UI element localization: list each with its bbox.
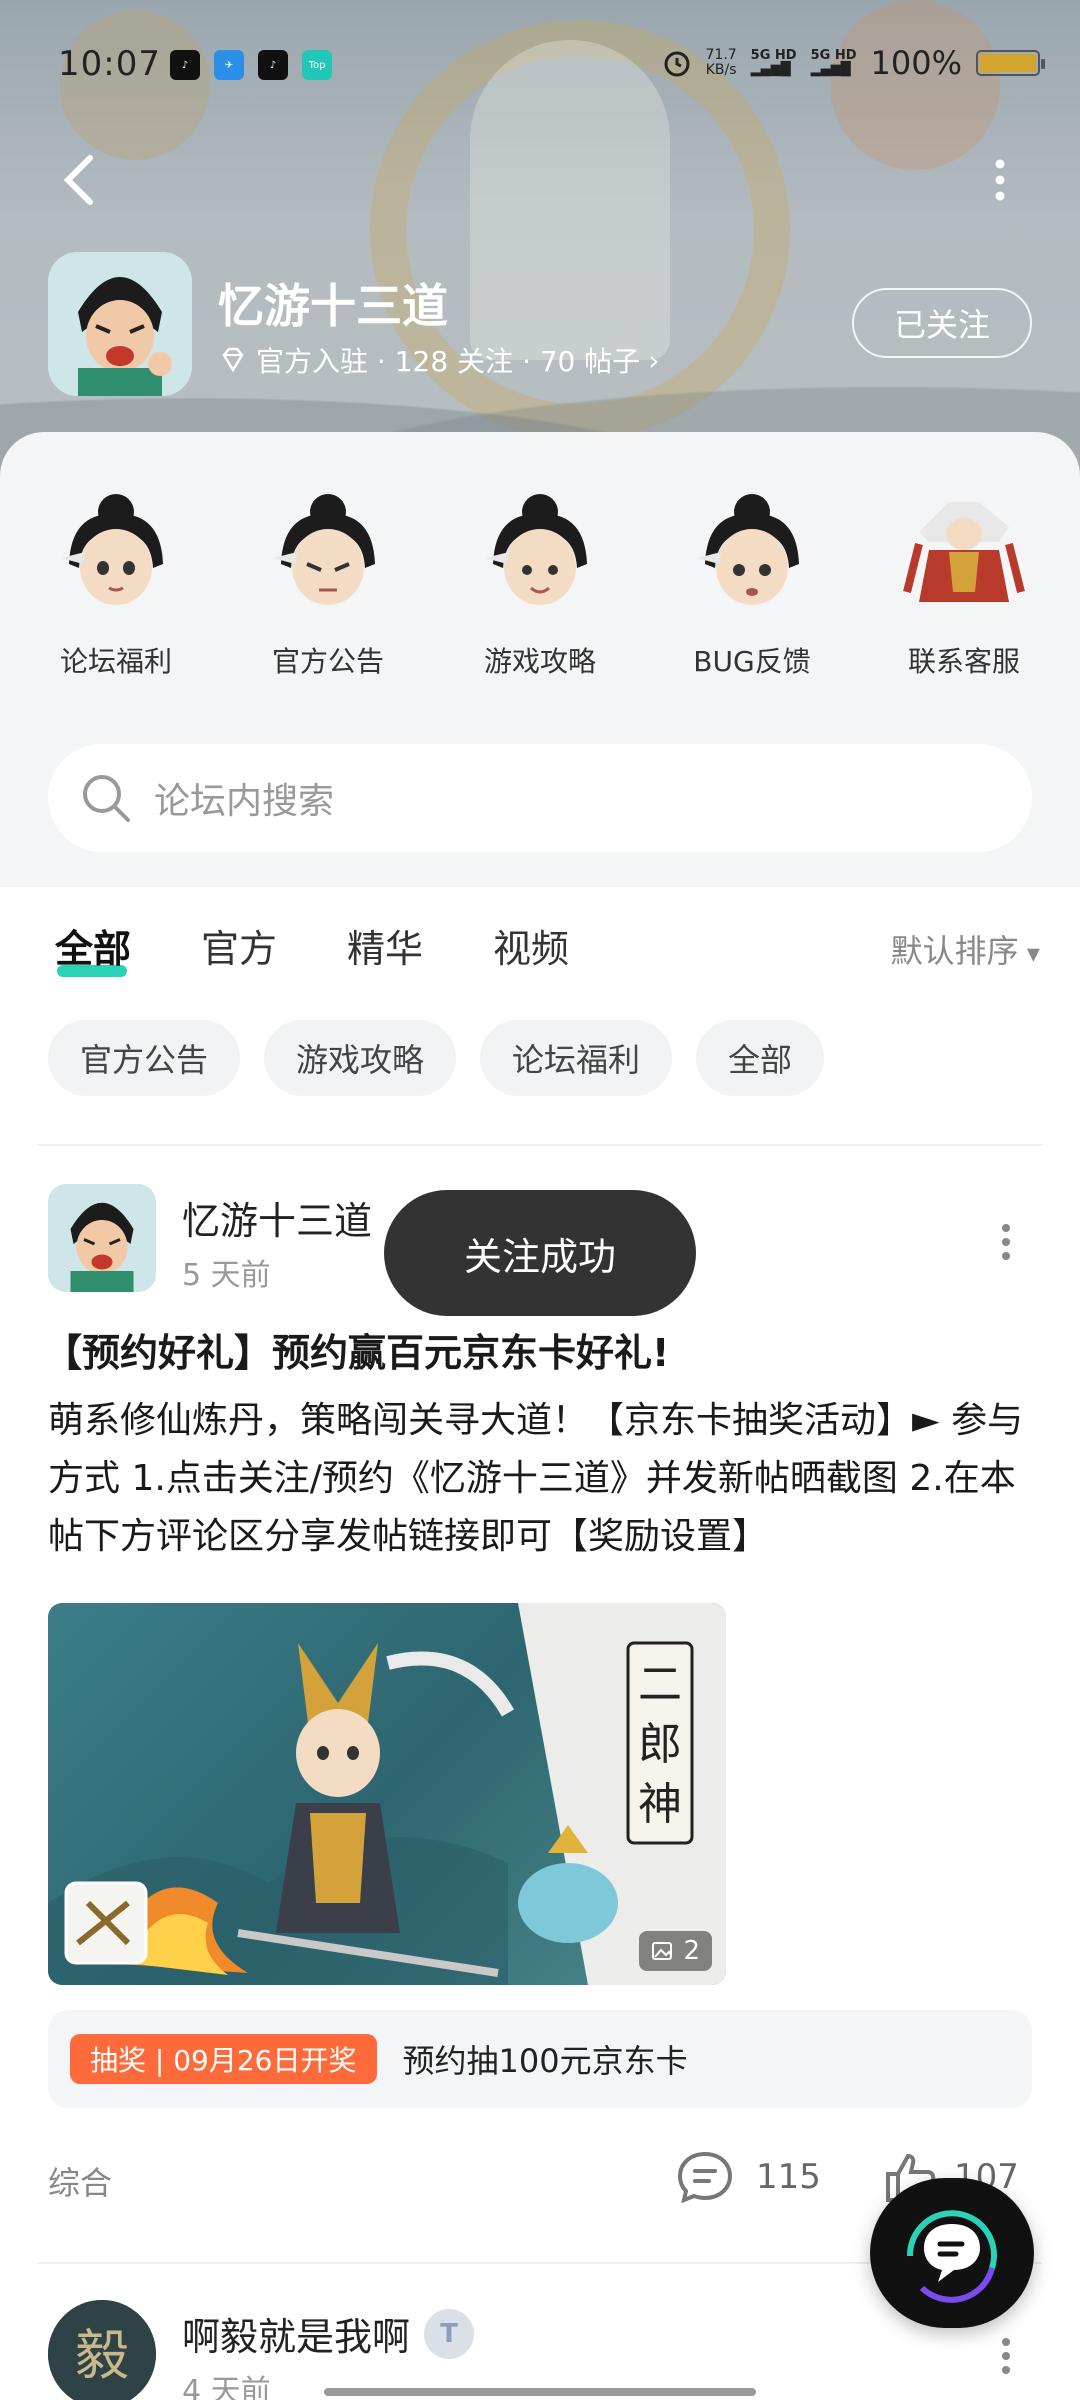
post-body[interactable]: 萌系修仙炼丹，策略闯关寻大道！【京东卡抽奖活动】► 参与方式 1.点击关注/预约… <box>48 1392 1040 1566</box>
forum-meta-text: 官方入驻 · 128 关注 · 70 帖子 <box>256 345 641 378</box>
warrior-avatar-icon <box>903 502 1025 602</box>
chat-bubble-icon <box>906 2210 997 2303</box>
shortcut-forum-benefits[interactable]: 论坛福利 <box>16 472 216 680</box>
forum-meta[interactable]: 官方入驻 · 128 关注 · 70 帖子 › <box>218 340 659 380</box>
tab-official[interactable]: 官方 <box>201 918 277 983</box>
post-title[interactable]: 【预约好礼】预约赢百元京东卡好礼! <box>44 1322 669 1377</box>
more-vertical-icon <box>1002 1224 1010 1260</box>
character-avatar-icon <box>61 494 163 605</box>
comment-button[interactable]: 115 <box>676 2150 821 2204</box>
forum-title: 忆游十三道 <box>218 279 448 333</box>
post-time: 5 天前 <box>182 1258 271 1293</box>
avatar[interactable]: 毅 <box>48 2300 156 2400</box>
more-vertical-icon <box>995 159 1005 201</box>
svg-text:毅: 毅 <box>75 2324 129 2387</box>
tab-all[interactable]: 全部 <box>55 918 131 983</box>
user-level-badge: T <box>424 2308 475 2359</box>
net-speed: 71.7 KB/s <box>705 47 737 78</box>
post-image[interactable]: 二 郎 神 2 <box>48 1603 726 1985</box>
home-indicator[interactable] <box>324 2388 756 2396</box>
avatar[interactable] <box>48 1184 156 1292</box>
diamond-badge-icon <box>222 347 244 373</box>
image-caption-char: 二 <box>638 1659 682 1710</box>
shortcut-game-guides[interactable]: 游戏攻略 <box>440 472 640 680</box>
status-right: 71.7 KB/s 5G HD ▂▄▆█ 5G HD ▂▄▆█ 100% <box>662 44 1045 82</box>
post-category[interactable]: 综合 <box>48 2158 112 2204</box>
character-avatar-icon <box>485 494 587 605</box>
chip-all[interactable]: 全部 <box>696 1020 825 1096</box>
top-app-icon: Top <box>302 50 332 80</box>
post-more-button[interactable] <box>992 1222 1020 1262</box>
forum-header: 10:07 ♪ ✈ ♪ Top 71.7 KB/s 5G HD ▂▄▆█ 5G … <box>0 0 1080 480</box>
signal-sim1: 5G HD ▂▄▆█ <box>750 48 797 77</box>
post-more-button[interactable] <box>992 2336 1020 2376</box>
feed-tabs: 全部 官方 精华 视频 <box>55 918 639 983</box>
lottery-banner[interactable]: 抽奖 | 09月26日开奖 预约抽100元京东卡 <box>48 2010 1032 2108</box>
forum-search-bar[interactable]: 论坛内搜索 <box>48 744 1032 852</box>
comment-count: 115 <box>756 2157 821 2197</box>
mail-icon: ✈ <box>214 50 244 80</box>
tab-video[interactable]: 视频 <box>493 918 569 983</box>
tiktok-icon: ♪ <box>170 50 200 80</box>
chip-announcements[interactable]: 官方公告 <box>48 1020 241 1096</box>
shortcut-row: 论坛福利 官方公告 游戏攻略 BUG反馈 联系客服 <box>0 472 1080 680</box>
character-avatar-icon <box>273 494 375 605</box>
game-icon <box>48 252 192 396</box>
chat-fab-button[interactable] <box>870 2178 1034 2328</box>
comment-icon <box>677 2151 733 2204</box>
more-vertical-icon <box>1002 2338 1010 2374</box>
post-author[interactable]: 啊毅就是我啊 T <box>182 2306 475 2361</box>
image-caption-char: 郎 <box>638 1719 682 1770</box>
chevron-left-icon <box>63 155 93 205</box>
lottery-badge: 抽奖 | 09月26日开奖 <box>70 2034 377 2084</box>
battery-icon <box>976 50 1045 76</box>
signal-sim2: 5G HD ▂▄▆█ <box>810 48 857 77</box>
quick-panel: 论坛福利 官方公告 游戏攻略 BUG反馈 联系客服 论坛内搜索 <box>0 432 1080 887</box>
search-input[interactable]: 论坛内搜索 <box>154 772 334 824</box>
status-time: 10:07 <box>58 44 161 84</box>
alarm-icon <box>664 51 689 77</box>
tiktok-icon: ♪ <box>258 50 288 80</box>
battery-percent: 100% <box>870 44 962 82</box>
chevron-right-icon: › <box>648 343 660 377</box>
follow-button[interactable]: 已关注 <box>852 288 1032 358</box>
toast-message: 关注成功 <box>384 1190 696 1316</box>
sort-dropdown[interactable]: 默认排序 <box>891 926 1040 972</box>
image-caption-char: 神 <box>638 1779 682 1830</box>
lottery-text: 预约抽100元京东卡 <box>402 2042 688 2080</box>
filter-chips: 官方公告 游戏攻略 论坛福利 全部 <box>48 1020 825 1096</box>
chip-guides[interactable]: 游戏攻略 <box>264 1020 457 1096</box>
post-time: 4 天前 <box>182 2374 271 2400</box>
divider <box>38 1144 1042 1146</box>
post-author[interactable]: 忆游十三道 <box>182 1190 372 1245</box>
image-count-badge: 2 <box>639 1931 712 1971</box>
shortcut-announcements[interactable]: 官方公告 <box>228 472 428 680</box>
more-options-button[interactable] <box>980 150 1020 210</box>
shortcut-customer-service[interactable]: 联系客服 <box>864 472 1064 680</box>
character-avatar-icon <box>697 494 799 605</box>
notification-icons: ♪ ✈ ♪ Top <box>170 50 332 80</box>
shortcut-bug-report[interactable]: BUG反馈 <box>652 472 852 680</box>
tab-featured[interactable]: 精华 <box>347 918 423 983</box>
back-button[interactable] <box>52 150 112 210</box>
search-icon <box>83 775 130 822</box>
chip-benefits[interactable]: 论坛福利 <box>480 1020 673 1096</box>
status-bar: 10:07 ♪ ✈ ♪ Top 71.7 KB/s 5G HD ▂▄▆█ 5G … <box>0 36 1080 96</box>
image-stack-icon <box>652 1942 673 1960</box>
